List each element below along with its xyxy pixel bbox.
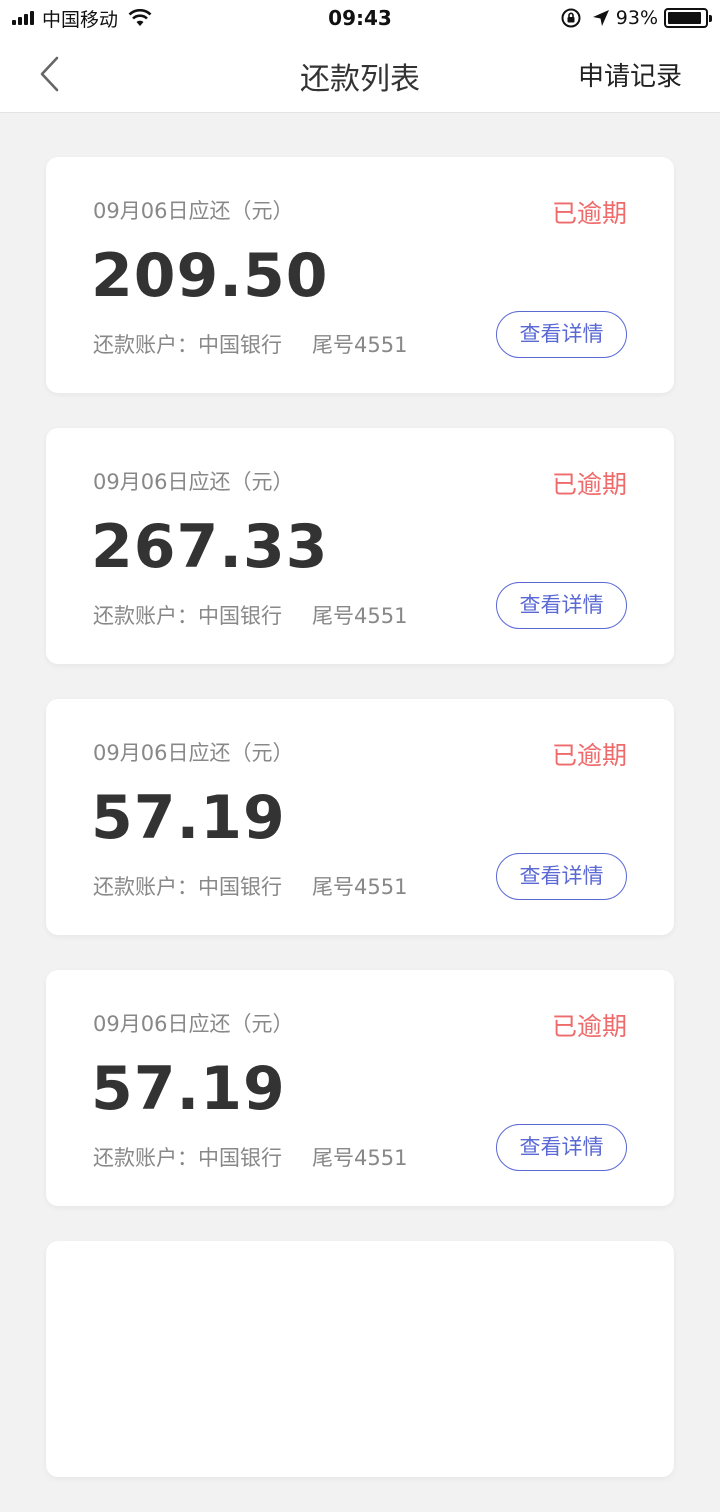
view-details-button[interactable]: 查看详情 <box>496 1124 627 1171</box>
amount-due: 57.19 <box>91 1054 286 1124</box>
account-tail-number: 尾号4551 <box>312 604 408 628</box>
account-tail-number: 尾号4551 <box>312 1146 408 1170</box>
repayment-list: 09月06日应还（元） 已逾期 209.50 还款账户：中国银行 尾号4551 查… <box>46 157 674 1512</box>
account-bank: 还款账户：中国银行 <box>93 604 282 628</box>
due-date-label: 09月06日应还（元） <box>93 470 294 494</box>
amount-due: 57.19 <box>91 783 286 853</box>
application-records-link[interactable]: 申请记录 <box>578 56 682 93</box>
overdue-status: 已逾期 <box>551 470 627 499</box>
repayment-card: 09月06日应还（元） 已逾期 267.33 还款账户：中国银行 尾号4551 查… <box>46 428 674 664</box>
due-date-label: 09月06日应还（元） <box>93 741 294 765</box>
overdue-status: 已逾期 <box>551 1012 627 1041</box>
location-arrow-icon <box>592 10 609 26</box>
amount-due: 267.33 <box>91 512 329 582</box>
repayment-account: 还款账户：中国银行 尾号4551 <box>93 1142 407 1172</box>
repayment-account: 还款账户：中国银行 尾号4551 <box>93 871 407 901</box>
account-bank: 还款账户：中国银行 <box>93 333 282 357</box>
battery-icon <box>664 8 712 28</box>
due-date-label: 09月06日应还（元） <box>93 199 294 223</box>
view-details-button[interactable]: 查看详情 <box>496 311 627 358</box>
account-bank: 还款账户：中国银行 <box>93 1146 282 1170</box>
view-details-button[interactable]: 查看详情 <box>496 853 627 900</box>
account-tail-number: 尾号4551 <box>312 875 408 899</box>
battery-percentage: 93% <box>615 7 658 29</box>
due-date-label: 09月06日应还（元） <box>93 1012 294 1036</box>
repayment-account: 还款账户：中国银行 尾号4551 <box>93 600 407 630</box>
repayment-account: 还款账户：中国银行 尾号4551 <box>93 329 407 359</box>
repayment-card-partial <box>46 1241 674 1477</box>
account-tail-number: 尾号4551 <box>312 333 408 357</box>
overdue-status: 已逾期 <box>551 741 627 770</box>
nav-bar: 还款列表 申请记录 <box>0 36 720 113</box>
repayment-card: 09月06日应还（元） 已逾期 57.19 还款账户：中国银行 尾号4551 查看… <box>46 970 674 1206</box>
status-bar: 中国移动 09:43 93% <box>0 0 720 36</box>
rotation-lock-icon <box>561 8 581 28</box>
account-bank: 还款账户：中国银行 <box>93 875 282 899</box>
amount-due: 209.50 <box>91 241 329 311</box>
status-right: 93% <box>560 6 712 30</box>
repayment-card: 09月06日应还（元） 已逾期 57.19 还款账户：中国银行 尾号4551 查看… <box>46 699 674 935</box>
repayment-card: 09月06日应还（元） 已逾期 209.50 还款账户：中国银行 尾号4551 查… <box>46 157 674 393</box>
overdue-status: 已逾期 <box>551 199 627 228</box>
view-details-button[interactable]: 查看详情 <box>496 582 627 629</box>
